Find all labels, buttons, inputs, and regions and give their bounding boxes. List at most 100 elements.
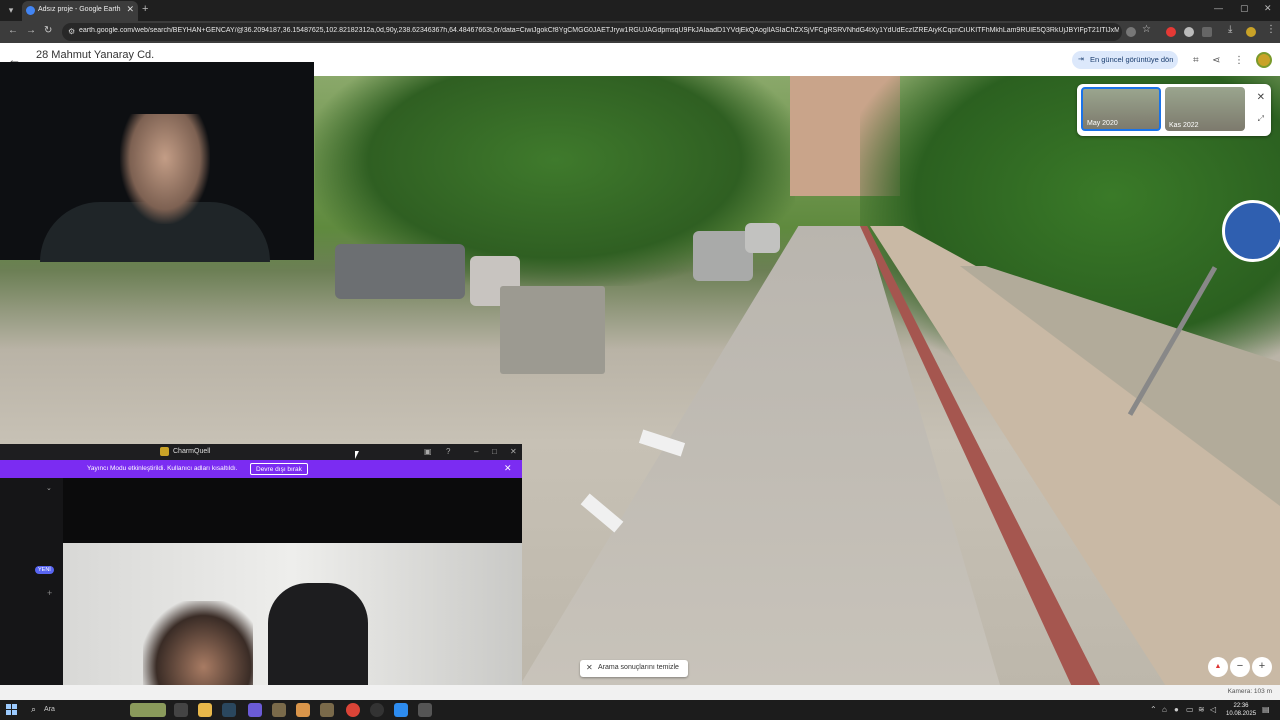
download-icon[interactable]: ⤓	[1228, 24, 1232, 35]
banner-close-icon[interactable]: ✕	[504, 463, 512, 474]
clock-time: 22:36	[1233, 703, 1249, 709]
app-icon[interactable]	[418, 703, 432, 717]
screen-share-icon[interactable]: ▣	[424, 447, 432, 456]
chevron-down-icon[interactable]: ⌄	[46, 484, 52, 492]
road-sign	[1222, 200, 1280, 262]
mouse-cursor-icon	[355, 451, 359, 459]
charmquell-logo-icon	[160, 447, 169, 456]
app-icon[interactable]	[296, 703, 310, 717]
network-icon[interactable]: ⌂	[1162, 705, 1167, 714]
imagery-timeline: May 2020 Kas 2022 ✕ ⤢	[1077, 84, 1271, 136]
timeline-date: May 2020	[1087, 120, 1118, 127]
taskbar-clock[interactable]: 22:36 10.08.2025	[1226, 702, 1256, 718]
app-name: CharmQuell	[173, 448, 211, 455]
widget-icon[interactable]	[130, 703, 166, 717]
new-badge: YENİ	[35, 566, 54, 574]
charmquell-sidebar: ⌄ YENİ +	[0, 478, 63, 700]
clear-search-label: Arama sonuçlarını temizle	[598, 664, 679, 671]
timeline-thumb-kas-2022[interactable]: Kas 2022	[1165, 87, 1245, 131]
more-options-icon[interactable]: ⋮	[1234, 55, 1244, 66]
zoom-in-button[interactable]: +	[1252, 657, 1272, 677]
earth-status-bar: Kamera: 103 m	[0, 685, 1280, 700]
screenshot-icon[interactable]: ⌗	[1193, 55, 1199, 66]
minimize-icon[interactable]: –	[474, 447, 478, 456]
browser-toolbar: ← → ↻ ⚙ earth.google.com/web/search/BEYH…	[0, 21, 1280, 43]
map-controls: ▲ − +	[1208, 657, 1272, 677]
profile-avatar-icon[interactable]	[1246, 27, 1256, 37]
new-tab-plus-icon[interactable]: +	[142, 3, 148, 15]
tray-chevron-icon[interactable]: ⌃	[1150, 705, 1157, 714]
account-avatar[interactable]	[1256, 52, 1272, 68]
wifi-icon[interactable]: ≋	[1198, 705, 1205, 714]
close-icon: ✕	[586, 663, 593, 672]
compass-icon[interactable]: ▲	[1208, 657, 1228, 677]
app-icon[interactable]	[320, 703, 334, 717]
task-view-icon[interactable]	[174, 703, 188, 717]
nav-arrow-back-icon[interactable]	[580, 493, 624, 533]
streamer-mode-banner: Yayıncı Modu etkinleştirildi. Kullanıcı …	[0, 460, 522, 478]
forward-arrow-icon[interactable]: →	[26, 25, 36, 36]
extensions-puzzle-icon[interactable]	[1202, 27, 1212, 37]
taskbar-search-label[interactable]: Ara	[44, 706, 55, 713]
app-icon[interactable]	[248, 703, 262, 717]
timeline-expand-icon[interactable]: ⤢	[1258, 114, 1264, 124]
app-icon[interactable]	[272, 703, 286, 717]
browser-menu-icon[interactable]: ⋮	[1266, 24, 1276, 35]
charmquell-window: CharmQuell ▣ ? – □ ✕ Yayıncı Modu etkinl…	[0, 444, 522, 700]
back-arrow-icon[interactable]: ←	[8, 25, 18, 36]
latest-view-button[interactable]: ⇥ En güncel görüntüye dön	[1072, 51, 1178, 69]
timeline-thumb-may-2020[interactable]: May 2020	[1081, 87, 1161, 131]
app-icon[interactable]	[394, 703, 408, 717]
maximize-icon[interactable]: □	[492, 447, 497, 456]
timeline-close-icon[interactable]: ✕	[1257, 92, 1265, 103]
parked-car	[335, 244, 465, 299]
location-title: 28 Mahmut Yanaray Cd.	[36, 49, 155, 61]
volume-icon[interactable]: ◁	[1210, 705, 1216, 714]
webcam-overlay	[0, 62, 314, 262]
parked-car	[745, 223, 780, 253]
tab-title: Adsız proje - Google Earth	[38, 6, 121, 13]
charmquell-titlebar[interactable]: CharmQuell ▣ ? – □ ✕	[0, 444, 522, 460]
url-text[interactable]: earth.google.com/web/search/BEYHAN+GENCA…	[79, 27, 1119, 34]
maximize-icon[interactable]: ▢	[1240, 3, 1249, 14]
reload-icon[interactable]: ↻	[44, 25, 52, 36]
skip-forward-icon: ⇥	[1078, 56, 1084, 63]
zoom-out-button[interactable]: −	[1230, 657, 1250, 677]
search-icon[interactable]: ⌕	[31, 704, 36, 715]
gaming-chair	[268, 583, 368, 700]
disable-streamer-mode-button[interactable]: Devre dışı bırak	[250, 463, 308, 475]
file-explorer-icon[interactable]	[198, 703, 212, 717]
site-info-icon[interactable]: ⚙	[68, 27, 76, 36]
browser-tab[interactable]: Adsız proje - Google Earth ✕	[22, 1, 138, 21]
microphone-icon[interactable]: ●	[1174, 705, 1179, 714]
cast-icon[interactable]	[1126, 27, 1136, 37]
windows-start-icon[interactable]	[6, 704, 17, 715]
clock-date: 10.08.2025	[1226, 711, 1257, 717]
address-bar[interactable]: ⚙ earth.google.com/web/search/BEYHAN+GEN…	[62, 23, 1122, 41]
tab-list-chevron-icon[interactable]: ▾	[4, 3, 18, 17]
tab-close-icon[interactable]: ✕	[126, 4, 134, 15]
person-face	[120, 114, 210, 224]
bookmark-star-icon[interactable]: ☆	[1142, 24, 1151, 35]
minimize-icon[interactable]: —	[1214, 3, 1223, 13]
latest-view-label: En güncel görüntüye dön	[1090, 55, 1174, 64]
chrome-icon[interactable]	[346, 703, 360, 717]
dumpster	[500, 286, 605, 374]
timeline-date: Kas 2022	[1169, 122, 1199, 129]
extension-record-icon[interactable]	[1166, 27, 1176, 37]
add-icon[interactable]: +	[47, 588, 52, 598]
extension-circle-icon[interactable]	[1184, 27, 1194, 37]
steam-icon[interactable]	[222, 703, 236, 717]
monitor-icon[interactable]: ▭	[1186, 705, 1194, 714]
video-stream	[63, 543, 522, 700]
close-window-icon[interactable]: ✕	[1264, 3, 1272, 14]
google-earth-favicon-icon	[26, 6, 35, 15]
windows-taskbar: ⌕ Ara ⌃ ⌂ ● ▭ ≋ ◁ 22:36 10.08.2025 ▤	[0, 700, 1280, 720]
help-icon[interactable]: ?	[446, 447, 450, 456]
close-icon[interactable]: ✕	[510, 447, 517, 456]
obs-icon[interactable]	[370, 703, 384, 717]
notification-icon[interactable]: ▤	[1262, 705, 1270, 714]
clear-search-button[interactable]: ✕ Arama sonuçlarını temizle	[580, 660, 688, 677]
share-icon[interactable]: ⋖	[1212, 55, 1220, 66]
camera-altitude: Kamera: 103 m	[1227, 688, 1272, 695]
